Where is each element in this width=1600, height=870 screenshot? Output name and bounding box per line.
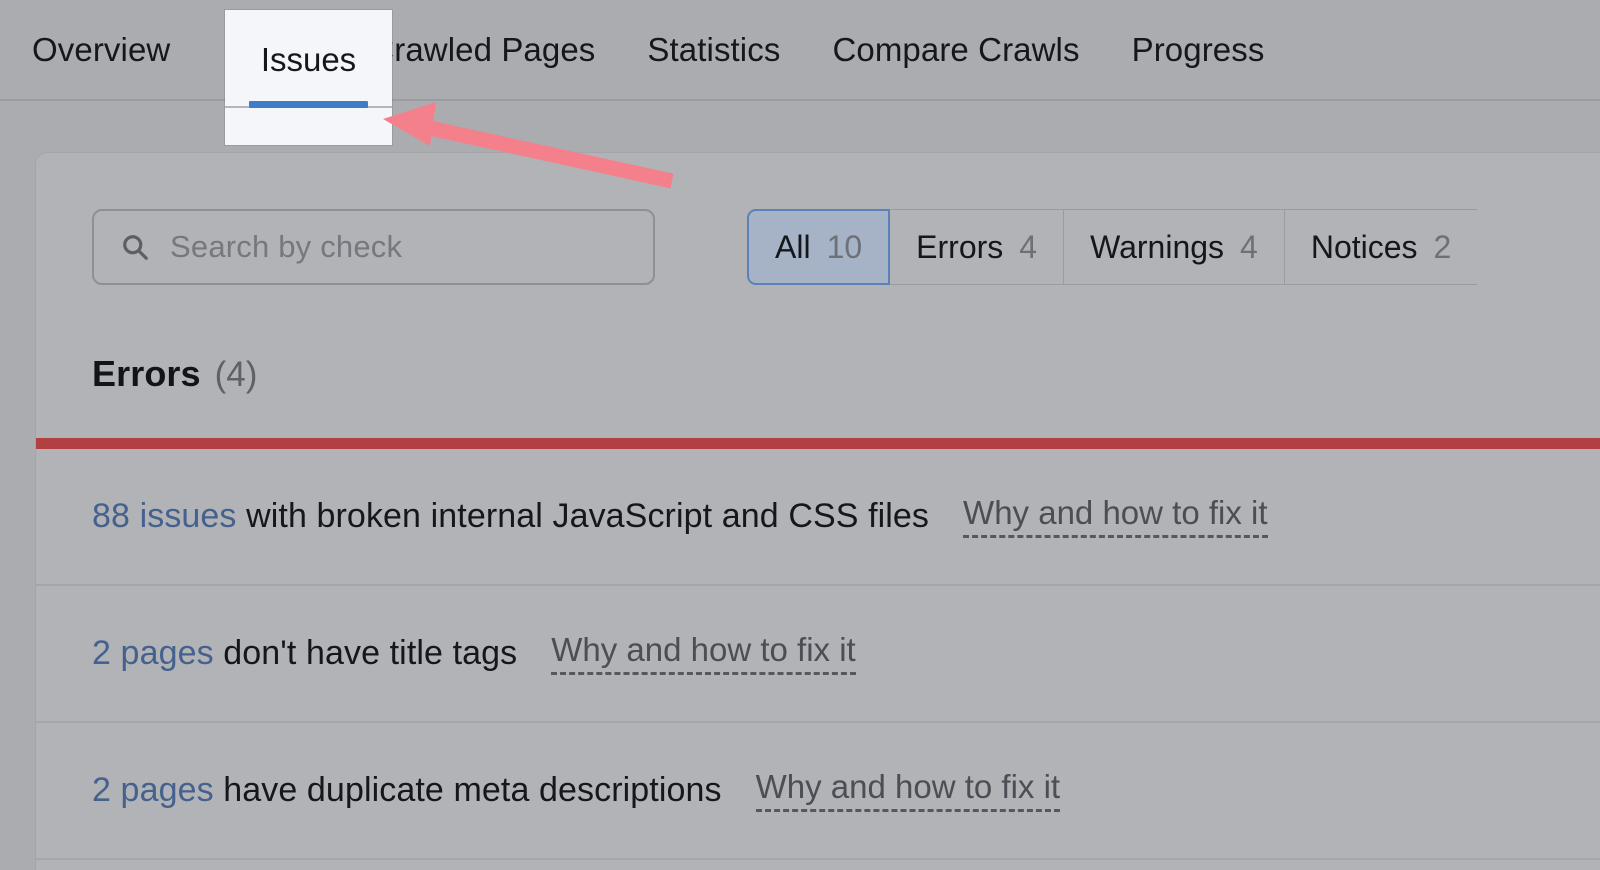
issue-count-link[interactable]: 2 pages <box>92 771 214 809</box>
issue-description: don't have title tags <box>213 634 518 672</box>
issue-count-link[interactable]: 2 pages <box>92 634 214 672</box>
filter-errors-count: 4 <box>1019 228 1038 265</box>
issues-list: 88 issues with broken internal JavaScrip… <box>36 449 1600 860</box>
active-tab-underline <box>249 101 368 108</box>
tab-progress-label: Progress <box>1131 31 1265 68</box>
errors-section-heading: Errors (4) <box>92 353 257 395</box>
filter-all-count: 10 <box>826 228 863 265</box>
filter-notices[interactable]: Notices 2 <box>1284 209 1478 285</box>
errors-severity-rule <box>36 438 1600 449</box>
tab-statistics-label: Statistics <box>647 31 781 68</box>
severity-filter-group: All 10 Errors 4 Warnings 4 Notices 2 <box>747 209 1478 285</box>
tab-crawled-pages-label: Crawled Pages <box>370 31 596 68</box>
why-and-how-to-fix-it-link[interactable]: Why and how to fix it <box>963 496 1268 538</box>
active-tab-label: Issues <box>260 41 357 78</box>
search-input[interactable]: Search by check <box>92 209 655 285</box>
filter-errors[interactable]: Errors 4 <box>890 209 1065 285</box>
issue-description: have duplicate meta descriptions <box>213 771 722 809</box>
filter-warnings-count: 4 <box>1240 228 1258 265</box>
issues-toolbar: Search by check All 10 Errors 4 Warnings… <box>92 209 1600 285</box>
issue-text: 2 pages don't have title tags <box>92 634 517 673</box>
active-tab-spotlight[interactable]: Issues <box>225 10 392 145</box>
filter-warnings[interactable]: Warnings 4 <box>1064 209 1285 285</box>
search-icon <box>123 235 148 260</box>
table-row[interactable]: 2 pages don't have title tags Why and ho… <box>36 586 1600 723</box>
filter-notices-label: Notices <box>1310 228 1418 265</box>
filter-errors-label: Errors <box>916 228 1004 265</box>
issue-text: 88 issues with broken internal JavaScrip… <box>92 497 929 536</box>
filter-notices-count: 2 <box>1433 228 1452 265</box>
tab-overview-label: Overview <box>32 31 171 68</box>
issue-description: with broken internal JavaScript and CSS … <box>236 497 930 535</box>
tab-compare-crawls[interactable]: Compare Crawls <box>806 0 1105 99</box>
table-row[interactable]: 88 issues with broken internal JavaScrip… <box>36 449 1600 586</box>
tab-progress[interactable]: Progress <box>1106 0 1291 99</box>
why-and-how-to-fix-it-link[interactable]: Why and how to fix it <box>755 770 1061 812</box>
tab-statistics[interactable]: Statistics <box>621 0 806 99</box>
issue-text: 2 pages have duplicate meta descriptions <box>92 771 722 810</box>
filter-all[interactable]: All 10 <box>747 209 891 285</box>
screenshot-root: Overview Issues Crawled Pages Statistics… <box>0 0 1600 870</box>
tab-compare-crawls-label: Compare Crawls <box>832 31 1080 68</box>
why-and-how-to-fix-it-link[interactable]: Why and how to fix it <box>551 633 856 675</box>
filter-all-label: All <box>775 228 811 265</box>
search-placeholder: Search by check <box>170 229 403 264</box>
filter-warnings-label: Warnings <box>1090 228 1225 265</box>
table-row[interactable]: 2 pages have duplicate meta descriptions… <box>36 723 1600 860</box>
errors-section-title: Errors <box>92 353 201 394</box>
tab-overview[interactable]: Overview <box>32 0 196 99</box>
issues-panel: Search by check All 10 Errors 4 Warnings… <box>35 152 1600 870</box>
errors-section-count: (4) <box>214 355 258 394</box>
issue-count-link[interactable]: 88 issues <box>92 497 237 535</box>
tab-list: Overview Issues Crawled Pages Statistics… <box>32 0 1290 99</box>
